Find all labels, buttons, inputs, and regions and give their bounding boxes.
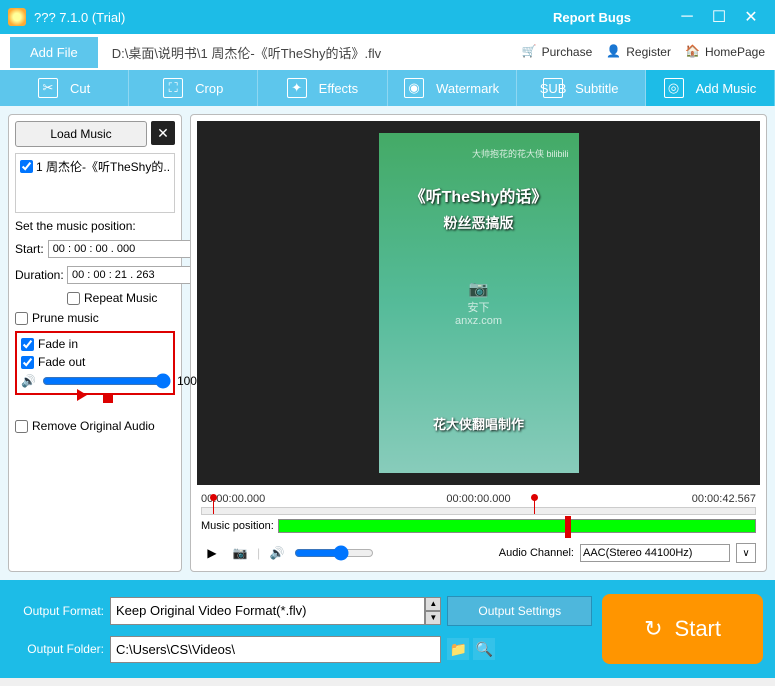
close-button[interactable]: ✕ [735,6,767,28]
volume-slider[interactable] [42,373,171,389]
file-path-label: D:\桌面\说明书\1 周杰伦-《听TheShy的话》.flv [112,43,508,62]
start-label: Start: [15,242,44,256]
play-button[interactable]: ▶ [201,543,223,563]
subtitle-icon: SUB [543,78,563,98]
prune-checkbox[interactable] [15,312,28,325]
output-format-label: Output Format: [12,604,104,618]
video-title-1: 《听TheShy的话》 [410,183,548,207]
tab-subtitle[interactable]: SUBSubtitle [517,70,646,106]
video-watermark: 📷安下 anxz.com [455,279,502,327]
output-bar: Output Format: ▲▼ Output Settings Output… [0,580,775,678]
report-bugs-link[interactable]: Report Bugs [553,10,631,25]
music-item-checkbox[interactable] [20,160,33,173]
app-logo-icon [8,8,26,26]
format-down-button[interactable]: ▼ [425,611,441,625]
output-format-select[interactable] [110,597,425,625]
preview-panel: 大帅抱花的花大侠 bilibili 《听TheShy的话》 粉丝恶搞版 📷安下 … [190,114,767,572]
output-folder-label: Output Folder: [12,642,104,656]
mute-button[interactable]: 🔊 [266,543,288,563]
crop-icon: ⛶ [163,78,183,98]
music-item[interactable]: 1 周杰伦-《听TheShy的... [20,158,170,175]
time-current: 00:00:00.000 [446,493,510,505]
tab-add-music[interactable]: ◎Add Music [646,70,775,106]
music-position-bar[interactable] [278,519,756,533]
load-music-button[interactable]: Load Music [15,121,147,147]
wand-icon: ✦ [287,78,307,98]
music-icon: ◎ [664,78,684,98]
file-toolbar: Add File D:\桌面\说明书\1 周杰伦-《听TheShy的话》.flv… [0,34,775,70]
timeline: 00:00:00.000 00:00:00.000 00:00:42.567 M… [197,485,760,535]
video-corner-text: 大帅抱花的花大侠 bilibili [472,147,569,160]
duration-label: Duration: [15,268,63,282]
video-preview[interactable]: 大帅抱花的花大侠 bilibili 《听TheShy的话》 粉丝恶搞版 📷安下 … [197,121,760,485]
tab-effects[interactable]: ✦Effects [258,70,387,106]
minimize-button[interactable]: ─ [671,6,703,28]
music-list[interactable]: 1 周杰伦-《听TheShy的... [15,153,175,213]
snapshot-button[interactable]: 📷 [229,543,251,563]
video-bottom-text: 花大侠翻唱制作 [433,414,524,433]
playback-controls: ▶ 📷 | 🔊 Audio Channel: ∨ [197,535,760,565]
register-link[interactable]: 👤Register [606,44,671,60]
marker-end[interactable] [534,500,535,514]
tab-cut[interactable]: ✂Cut [0,70,129,106]
music-panel: Load Music ✕ 1 周杰伦-《听TheShy的... Set the … [8,114,182,572]
video-frame: 大帅抱花的花大侠 bilibili 《听TheShy的话》 粉丝恶搞版 📷安下 … [379,133,579,473]
add-file-button[interactable]: Add File [10,37,98,68]
tab-watermark[interactable]: ◉Watermark [388,70,517,106]
audio-channel-label: Audio Channel: [499,547,574,559]
format-up-button[interactable]: ▲ [425,597,441,611]
scissors-icon: ✂ [38,78,58,98]
stop-icon [103,393,113,403]
clear-music-button[interactable]: ✕ [151,121,175,145]
preview-volume-slider[interactable] [294,545,374,561]
marker-start[interactable] [213,500,214,514]
timeline-bar[interactable] [201,507,756,515]
open-folder-button[interactable]: 🔍 [473,638,495,660]
arrow-icon [77,389,87,401]
music-position-label: Music position: [201,520,274,532]
set-position-label: Set the music position: [15,219,175,233]
fade-highlight: Fade in Fade out 🔊100% [15,331,175,395]
home-icon: 🏠 [685,44,701,60]
tabs-bar: ✂Cut ⛶Crop ✦Effects ◉Watermark SUBSubtit… [0,70,775,106]
refresh-icon: ↻ [644,616,662,642]
fade-in-checkbox[interactable] [21,338,34,351]
titlebar: ??? 7.1.0 (Trial) Report Bugs ─ ☐ ✕ [0,0,775,34]
fade-out-checkbox[interactable] [21,356,34,369]
time-end: 00:00:42.567 [692,493,756,505]
homepage-link[interactable]: 🏠HomePage [685,44,765,60]
maximize-button[interactable]: ☐ [703,6,735,28]
tab-crop[interactable]: ⛶Crop [129,70,258,106]
volume-icon: 🔊 [21,374,36,388]
start-button[interactable]: ↻ Start [602,594,763,664]
purchase-link[interactable]: 🛒Purchase [522,44,593,60]
audio-channel-select[interactable] [580,544,730,562]
output-settings-button[interactable]: Output Settings [447,596,592,626]
repeat-checkbox[interactable] [67,292,80,305]
audio-channel-dropdown[interactable]: ∨ [736,543,756,563]
main-area: Load Music ✕ 1 周杰伦-《听TheShy的... Set the … [0,106,775,580]
video-title-2: 粉丝恶搞版 [444,213,514,233]
browse-folder-button[interactable]: 📁 [447,638,469,660]
music-end-handle[interactable] [565,516,571,538]
cart-icon: 🛒 [522,44,538,60]
remove-original-checkbox[interactable] [15,420,28,433]
drop-icon: ◉ [404,78,424,98]
output-folder-input[interactable] [110,636,441,663]
user-icon: 👤 [606,44,622,60]
start-time-input[interactable] [48,240,200,258]
window-title: ??? 7.1.0 (Trial) [34,10,553,25]
